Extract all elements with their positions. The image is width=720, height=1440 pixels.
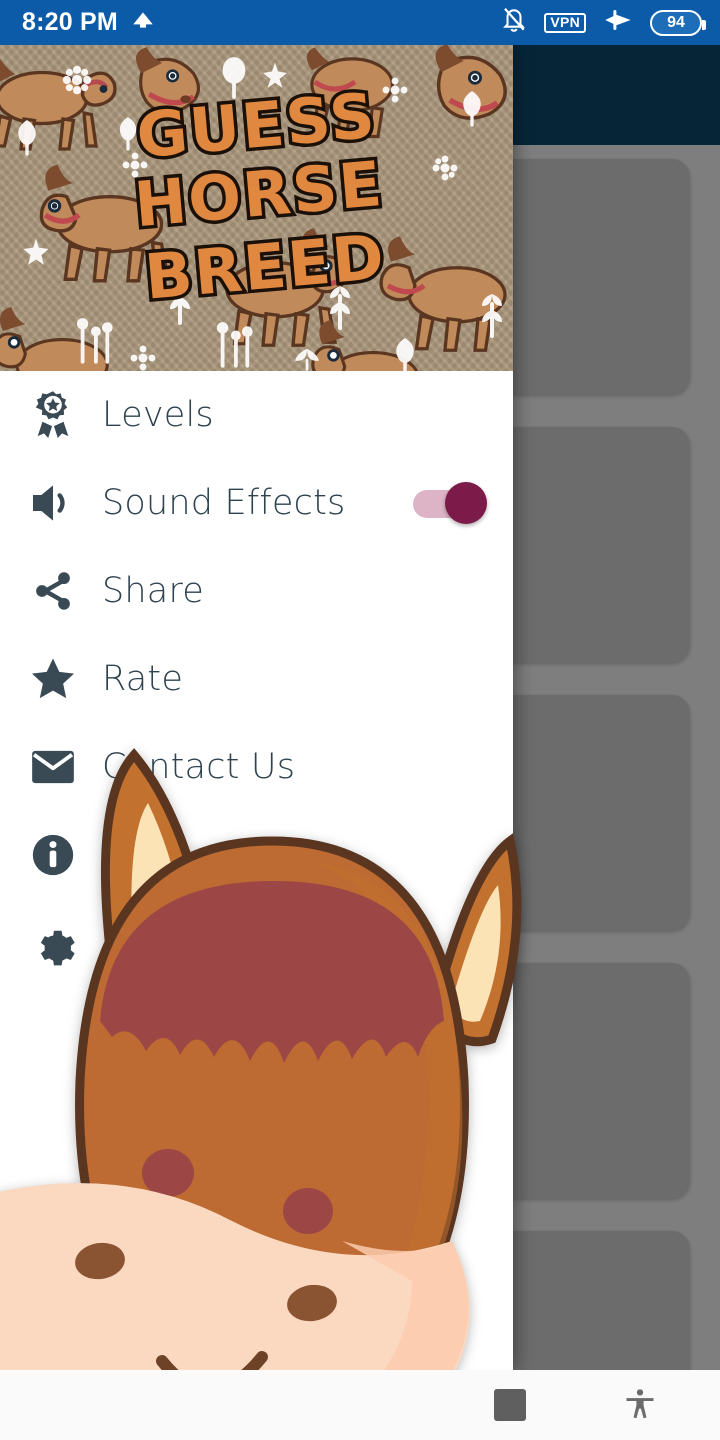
drawer-menu: Levels Sound Effects Share Rate Contact …: [0, 371, 513, 987]
drawer-item-levels[interactable]: Levels: [0, 371, 513, 459]
flower-motif-icon: [222, 57, 246, 99]
status-bar-clock: 8:20 PM: [22, 8, 118, 36]
drawer-item-label: Levels: [102, 395, 214, 435]
status-bar: 8:20 PM VPN 94: [0, 0, 720, 45]
drawer-item-rate[interactable]: Rate: [0, 635, 513, 723]
notifications-off-icon: [501, 6, 527, 39]
horse-pattern-icon: [0, 307, 109, 371]
recents-button[interactable]: [494, 1389, 526, 1421]
grass-motif-icon: [76, 318, 113, 364]
wheat-motif-icon: [170, 281, 190, 325]
leaf-motif-icon: [295, 348, 319, 371]
drawer-header-banner: GUESS HORSE BREED: [0, 45, 513, 371]
flower-motif-icon: [23, 238, 49, 265]
flower-motif-icon: [382, 77, 408, 103]
medal-award-icon: [22, 390, 84, 440]
drawer-item-sound-effects[interactable]: Sound Effects: [0, 459, 513, 547]
drawer-item-settings[interactable]: [0, 899, 513, 987]
sound-effects-toggle[interactable]: [413, 482, 487, 524]
battery-indicator: 94: [650, 9, 706, 36]
flower-motif-icon: [18, 120, 36, 156]
star-icon: [22, 657, 84, 701]
accessibility-button[interactable]: [622, 1387, 658, 1423]
vpn-icon: VPN: [544, 12, 586, 33]
flower-motif-icon: [432, 155, 458, 181]
system-navigation-bar: [0, 1370, 720, 1440]
drawer-item-label: Contact Us: [102, 747, 296, 787]
volume-up-icon: [22, 481, 84, 525]
share-icon: [22, 569, 84, 613]
wheat-motif-icon: [330, 286, 350, 330]
airplane-mode-icon: [603, 7, 633, 38]
mail-envelope-icon: [22, 749, 84, 785]
flower-motif-icon: [463, 91, 481, 127]
navigation-drawer: GUESS HORSE BREED Levels Sound Effects S…: [0, 45, 522, 1421]
drawer-item-about[interactable]: [0, 811, 513, 899]
chevron-up-icon: [130, 7, 156, 38]
grass-motif-icon: [216, 322, 253, 368]
flower-motif-icon: [122, 152, 148, 178]
drawer-item-label: Sound Effects: [102, 483, 346, 523]
flower-motif-icon: [263, 62, 287, 88]
wheat-motif-icon: [482, 294, 502, 338]
toggle-thumb: [445, 482, 487, 524]
drawer-item-label: Share: [102, 571, 205, 611]
info-icon: [22, 833, 84, 877]
drawer-item-contact-us[interactable]: Contact Us: [0, 723, 513, 811]
flower-motif-icon: [62, 65, 92, 95]
drawer-item-share[interactable]: Share: [0, 547, 513, 635]
flower-motif-icon: [130, 345, 156, 371]
drawer-item-label: Rate: [102, 659, 184, 699]
gear-settings-icon: [22, 920, 84, 966]
flower-motif-icon: [119, 117, 137, 151]
flower-motif-icon: [396, 338, 414, 371]
